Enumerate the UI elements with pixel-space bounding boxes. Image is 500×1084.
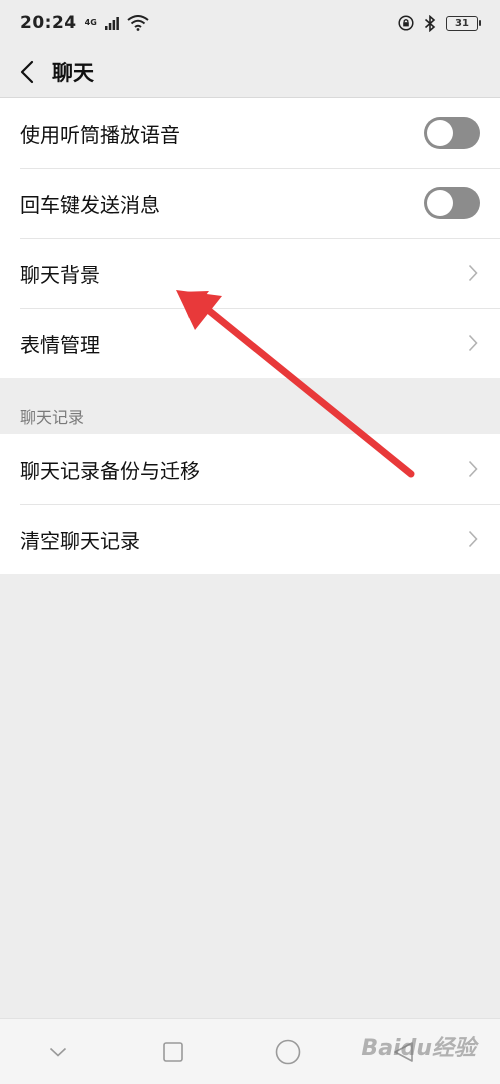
setting-label: 表情管理 bbox=[20, 332, 100, 357]
watermark: Baidu经验 bbox=[361, 1036, 476, 1061]
chevron-right-icon bbox=[466, 263, 480, 283]
chevron-right-icon bbox=[466, 459, 480, 479]
back-button[interactable] bbox=[2, 46, 52, 98]
status-left: 20:24 4G bbox=[20, 13, 149, 33]
settings-group-history: 聊天记录备份与迁移 清空聊天记录 bbox=[0, 434, 500, 574]
setting-label: 使用听筒播放语音 bbox=[20, 122, 180, 147]
circle-icon bbox=[275, 1039, 300, 1064]
earpiece-toggle[interactable] bbox=[424, 117, 480, 149]
status-right: 31 bbox=[398, 14, 481, 32]
setting-label: 聊天背景 bbox=[20, 262, 100, 287]
wifi-icon bbox=[127, 15, 149, 31]
setting-label: 清空聊天记录 bbox=[20, 528, 140, 553]
setting-backup-migrate[interactable]: 聊天记录备份与迁移 bbox=[0, 434, 500, 504]
nav-collapse-button[interactable] bbox=[38, 1032, 78, 1072]
status-bar: 20:24 4G 31 bbox=[0, 0, 500, 46]
setting-earpiece-playback[interactable]: 使用听筒播放语音 bbox=[0, 98, 500, 168]
chevron-right-icon bbox=[466, 529, 480, 549]
network-type: 4G bbox=[84, 18, 97, 27]
status-time: 20:24 bbox=[20, 13, 77, 33]
nav-recents-button[interactable] bbox=[153, 1032, 193, 1072]
bluetooth-icon bbox=[424, 14, 436, 32]
toggle-knob bbox=[427, 190, 453, 216]
battery-level: 31 bbox=[455, 17, 469, 29]
setting-enter-to-send[interactable]: 回车键发送消息 bbox=[0, 168, 500, 238]
chevron-down-icon bbox=[49, 1047, 66, 1057]
page-title: 聊天 bbox=[52, 60, 94, 85]
signal-icon bbox=[104, 17, 119, 30]
section-header-chat-history: 聊天记录 bbox=[20, 408, 85, 427]
enter-send-toggle[interactable] bbox=[424, 187, 480, 219]
back-arrow-icon bbox=[20, 60, 34, 83]
chevron-right-icon bbox=[466, 333, 480, 353]
nav-home-button[interactable] bbox=[268, 1032, 308, 1072]
square-icon bbox=[162, 1041, 183, 1062]
setting-clear-history[interactable]: 清空聊天记录 bbox=[0, 504, 500, 574]
toggle-knob bbox=[427, 120, 453, 146]
setting-label: 回车键发送消息 bbox=[20, 192, 160, 217]
lock-rotation-icon bbox=[398, 15, 414, 31]
title-bar: 聊天 bbox=[0, 46, 500, 98]
settings-group-general: 使用听筒播放语音 回车键发送消息 聊天背景 表情管理 bbox=[0, 98, 500, 378]
setting-sticker-management[interactable]: 表情管理 bbox=[0, 308, 500, 378]
setting-label: 聊天记录备份与迁移 bbox=[20, 458, 200, 483]
battery-icon: 31 bbox=[446, 15, 481, 31]
setting-chat-background[interactable]: 聊天背景 bbox=[0, 238, 500, 308]
